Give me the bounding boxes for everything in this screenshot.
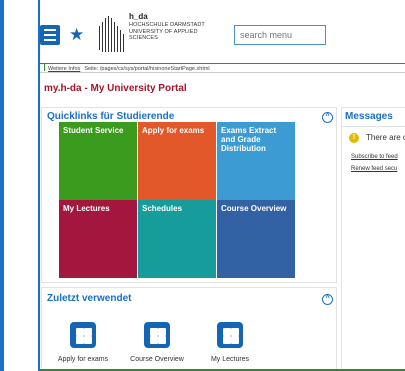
recent-item-my-lectures[interactable]: My Lectures <box>190 322 270 363</box>
grid-tile-icon <box>70 322 96 348</box>
logo: h_da HOCHSCHULE DARMSTADT UNIVERSITY OF … <box>97 12 227 57</box>
page-title: my.h-da - My University Portal <box>44 83 187 94</box>
info-bar-marker <box>44 64 45 71</box>
tile-exams-extract[interactable]: Exams Extract and Grade Distribution <box>217 122 295 200</box>
messages-title: Messages <box>345 111 393 122</box>
recent-item-course-overview[interactable]: Course Overview <box>117 322 197 363</box>
logo-mark-icon <box>99 16 124 52</box>
recent-item-label: My Lectures <box>210 356 250 363</box>
renew-feed-link[interactable]: Renew feed secu <box>351 166 397 172</box>
messages-divider <box>342 126 405 127</box>
subscribe-feed-link[interactable]: Subscribe to feed <box>351 154 398 160</box>
hamburger-icon <box>44 29 56 31</box>
messages-warning-text: There are o <box>366 133 405 142</box>
page-path: Seite: /pages/cs/sys/portal/hisinoneStar… <box>84 66 210 72</box>
collapse-quicklinks-icon[interactable]: ^ <box>322 112 333 123</box>
grid-tile-icon <box>144 322 170 348</box>
grid-tile-icon <box>217 322 243 348</box>
more-info-link[interactable]: Weitere Infos <box>48 66 80 72</box>
collapse-recent-icon[interactable]: ^ <box>322 294 333 305</box>
recent-panel: Zuletzt verwendet ^ Apply for exams Cour… <box>41 287 337 371</box>
logo-name: h_da <box>129 12 148 21</box>
search-input[interactable] <box>234 25 326 45</box>
recent-title: Zuletzt verwendet <box>47 293 132 304</box>
recent-item-apply-for-exams[interactable]: Apply for exams <box>43 322 123 363</box>
star-icon[interactable]: ★ <box>69 25 84 45</box>
info-bar: Weitere Infos Seite: /pages/cs/sys/portal… <box>40 63 405 73</box>
quicklinks-title: Quicklinks für Studierende <box>47 111 175 122</box>
tile-course-overview[interactable]: Course Overview <box>217 200 295 278</box>
recent-item-label: Course Overview <box>130 356 184 363</box>
tile-schedules[interactable]: Schedules <box>138 200 216 278</box>
page-header: ★ h_da HOCHSCHULE DARMSTADT UNIVERSITY O… <box>40 0 405 63</box>
browser-frame: ★ h_da HOCHSCHULE DARMSTADT UNIVERSITY O… <box>0 0 405 371</box>
warning-icon: ! <box>349 133 359 143</box>
quicklinks-panel: Quicklinks für Studierende ^ Student Ser… <box>41 107 337 283</box>
logo-subtitle: HOCHSCHULE DARMSTADT UNIVERSITY OF APPLI… <box>129 22 205 41</box>
menu-button[interactable] <box>40 25 60 45</box>
recent-item-label: Apply for exams <box>57 356 109 363</box>
tile-apply-for-exams[interactable]: Apply for exams <box>138 122 216 200</box>
messages-panel: Messages ! There are o Subscribe to feed… <box>341 107 405 371</box>
tile-my-lectures[interactable]: My Lectures <box>59 200 137 278</box>
tile-student-service[interactable]: Student Service <box>59 122 137 200</box>
left-frame-border <box>0 0 4 371</box>
